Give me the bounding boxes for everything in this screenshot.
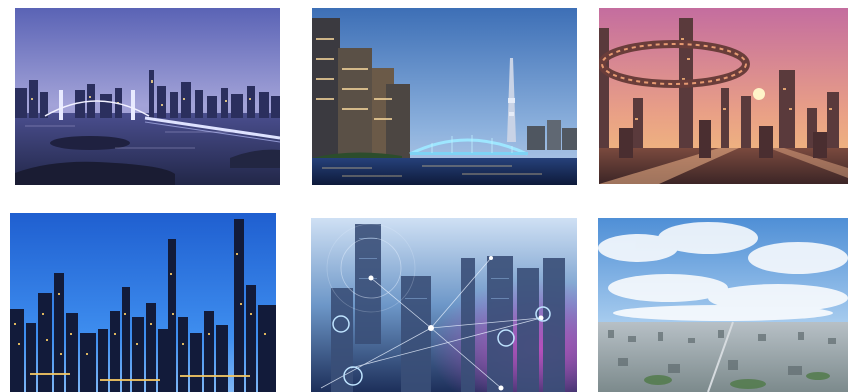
gallery-image-tokyo-bay-dusk[interactable]	[15, 8, 280, 185]
gallery-image-futuristic-sunset-city[interactable]	[599, 8, 848, 184]
gallery-image-tech-network-city[interactable]	[311, 218, 577, 392]
aerial-city-illustration	[598, 218, 848, 392]
gallery-image-aerial-city-clouds[interactable]	[598, 218, 848, 392]
river-skytree-illustration	[312, 8, 577, 185]
gallery-image-river-skytree[interactable]	[312, 8, 577, 185]
gallery-image-night-skyline[interactable]	[10, 213, 276, 392]
tech-network-illustration	[311, 218, 577, 392]
tokyo-bay-dusk-illustration	[15, 8, 280, 185]
night-skyline-illustration	[10, 213, 276, 392]
futuristic-city-illustration	[599, 8, 848, 184]
